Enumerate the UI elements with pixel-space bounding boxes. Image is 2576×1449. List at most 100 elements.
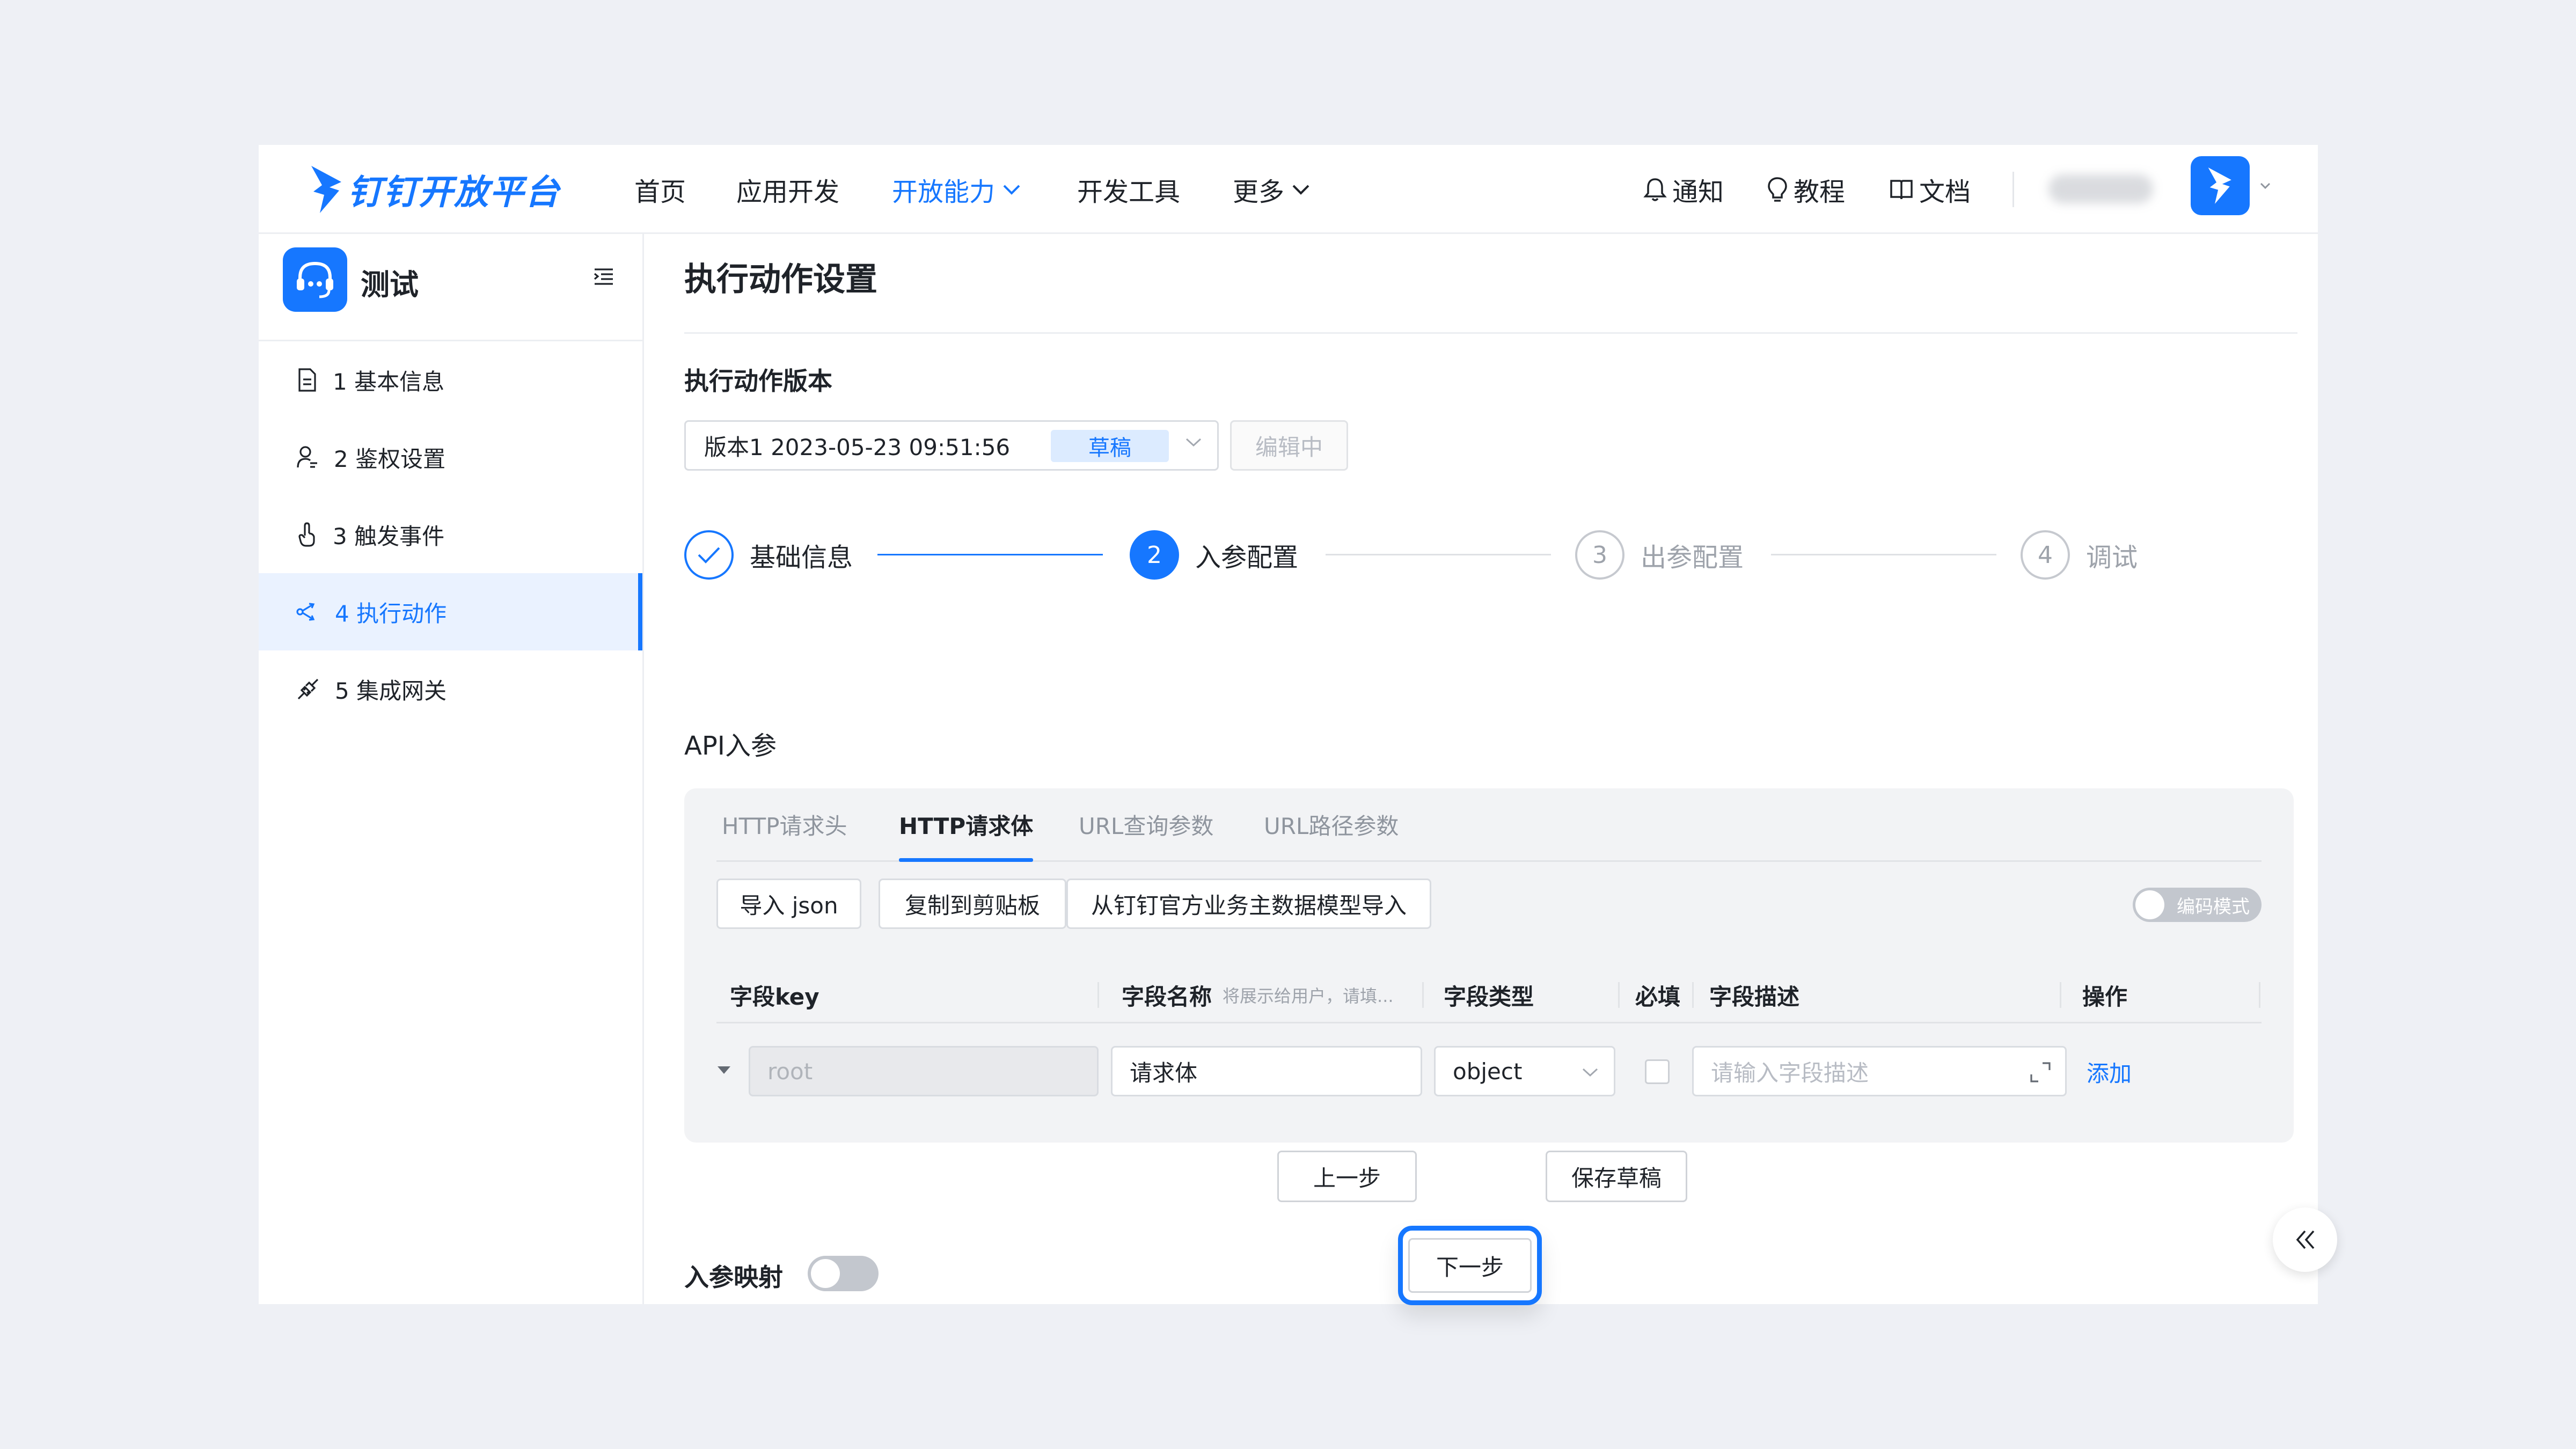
th-separator [1097,982,1099,1008]
user-key-icon [297,446,317,468]
title-divider [684,332,2297,334]
table-row: root 请求体 object 请输入字段描述 添加 [716,1035,2262,1105]
username-blurred[interactable] [2048,174,2153,203]
tab-url-path[interactable]: URL路径参数 [1264,788,1399,860]
step-label: 基础信息 [750,543,853,573]
sidebar-item-basic-info[interactable]: 1 基本信息 [259,341,642,419]
tab-http-headers[interactable]: HTTP请求头 [722,788,847,860]
th-hint: 将展示给用户，请填... [1223,986,1394,1006]
notification-label: 通知 [1672,177,1724,207]
chevron-down-icon [1582,1068,1598,1077]
step-circle: 3 [1575,530,1624,580]
api-params-panel: HTTP请求头 HTTP请求体 URL查询参数 URL路径参数 导入 json … [684,788,2294,1143]
add-field-link[interactable]: 添加 [2087,1056,2132,1088]
nav-item-label: 更多 [1233,177,1285,207]
copy-clipboard-button[interactable]: 复制到剪贴板 [879,879,1066,929]
th-label: 操作 [2082,983,2128,1010]
docs-label: 文档 [1919,177,1971,207]
top-navbar: 钉钉开放平台 首页 应用开发 开放能力 开发工具 更多 通知 教程 文档 [259,145,2318,234]
field-type-value: object [1453,1058,1523,1085]
api-input-label: API入参 [684,731,777,761]
step-output-config[interactable]: 3 出参配置 [1575,528,1744,582]
param-table-header: 字段key 字段名称 将展示给用户，请填... 字段类型 必填 字段描述 操作 [716,968,2262,1023]
app-icon [283,247,347,312]
version-section-label: 执行动作版本 [684,367,832,396]
check-icon [698,547,720,564]
sidebar-item-trigger[interactable]: 3 触发事件 [259,496,642,573]
step-basic-info[interactable]: 基础信息 [684,528,853,582]
import-json-button[interactable]: 导入 json [716,879,861,929]
tutorial-label: 教程 [1794,177,1846,207]
dingtalk-avatar-icon [2208,167,2231,204]
double-chevron-left-icon [2296,1230,2315,1249]
next-step-highlight: 下一步 [1398,1226,1542,1305]
app-window: 钉钉开放平台 首页 应用开发 开放能力 开发工具 更多 通知 教程 文档 测试 … [259,145,2318,1304]
nav-item-more[interactable]: 更多 [1233,145,1310,234]
book-icon [1890,180,1913,200]
sidebar-item-label: 5 集成网关 [335,677,447,704]
caret-down-icon[interactable] [716,1065,731,1075]
code-mode-toggle[interactable]: 编码模式 [2133,888,2262,922]
collapse-panel-button[interactable] [2273,1208,2337,1272]
sidebar: 测试 1 基本信息 2 鉴权设置 3 触发事件 4 执行动作 5 集成网关 [259,234,644,1304]
avatar[interactable] [2191,156,2250,215]
th-label: 必填 [1635,983,1681,1010]
nav-item-label: 应用开发 [736,177,840,207]
sidebar-item-label: 3 触发事件 [333,523,445,550]
share-action-icon [296,603,315,621]
brand-logo[interactable]: 钉钉开放平台 [308,149,560,230]
dingtalk-logo-icon [311,166,341,213]
app-header: 测试 [259,234,642,341]
th-label: 字段类型 [1444,983,1534,1010]
link-gateway-icon [297,678,319,700]
draft-badge: 草稿 [1051,430,1169,462]
tutorial-link[interactable]: 教程 [1767,145,1845,234]
tab-http-body[interactable]: HTTP请求体 [899,788,1034,862]
sidebar-item-auth[interactable]: 2 鉴权设置 [259,419,642,496]
next-step-button[interactable]: 下一步 [1408,1238,1532,1293]
version-select-value: 版本1 2023-05-23 09:51:56 [704,434,1011,460]
step-circle: 4 [2021,530,2070,580]
nav-item-label: 开放能力 [892,177,996,207]
editing-status-button[interactable]: 编辑中 [1230,420,1348,471]
field-desc-placeholder: 请输入字段描述 [1711,1059,1869,1086]
sidebar-item-execute-action[interactable]: 4 执行动作 [259,573,642,650]
import-model-button[interactable]: 从钉钉官方业务主数据模型导入 [1066,879,1431,929]
nav-item-label: 开发工具 [1077,177,1181,207]
sidebar-item-label: 4 执行动作 [335,600,447,627]
notification-link[interactable]: 通知 [1643,145,1724,234]
brand-name: 钉钉开放平台 [348,173,560,213]
field-name-input[interactable]: 请求体 [1111,1046,1422,1096]
th-separator [2259,982,2260,1008]
docs-link[interactable]: 文档 [1889,145,1971,234]
touch-icon [298,522,315,547]
chevron-down-icon [1292,185,1309,195]
th-label: 字段key [730,983,819,1010]
nav-item-home[interactable]: 首页 [634,145,686,234]
chevron-down-icon[interactable] [2259,181,2271,190]
required-checkbox[interactable] [1645,1059,1670,1084]
th-label: 字段描述 [1709,983,1800,1010]
chevron-down-icon [1003,185,1020,195]
tab-url-query[interactable]: URL查询参数 [1079,788,1213,860]
expand-icon[interactable] [2029,1060,2052,1084]
step-input-config[interactable]: 2 入参配置 [1130,528,1298,582]
th-separator [2060,982,2061,1008]
field-key-input[interactable]: root [749,1046,1099,1096]
input-mapping-switch[interactable] [808,1256,879,1291]
nav-item-app-dev[interactable]: 应用开发 [736,145,839,234]
menu-collapse-icon[interactable] [592,267,615,287]
step-debug[interactable]: 4 调试 [2021,528,2138,582]
save-draft-button[interactable]: 保存草稿 [1546,1151,1687,1202]
sidebar-item-gateway[interactable]: 5 集成网关 [259,650,642,728]
nav-item-open-capabilities[interactable]: 开放能力 [892,145,1021,234]
field-desc-input[interactable]: 请输入字段描述 [1692,1046,2067,1096]
field-type-select[interactable]: object [1434,1046,1615,1096]
version-select[interactable]: 版本1 2023-05-23 09:51:56 草稿 [684,420,1219,471]
nav-item-dev-tools[interactable]: 开发工具 [1077,145,1180,234]
main-content: 执行动作设置 执行动作版本 版本1 2023-05-23 09:51:56 草稿… [644,234,2318,1304]
prev-step-button[interactable]: 上一步 [1277,1151,1417,1202]
th-separator [1422,982,1424,1008]
sidebar-item-label: 2 鉴权设置 [334,445,446,472]
step-connector [1326,554,1551,555]
